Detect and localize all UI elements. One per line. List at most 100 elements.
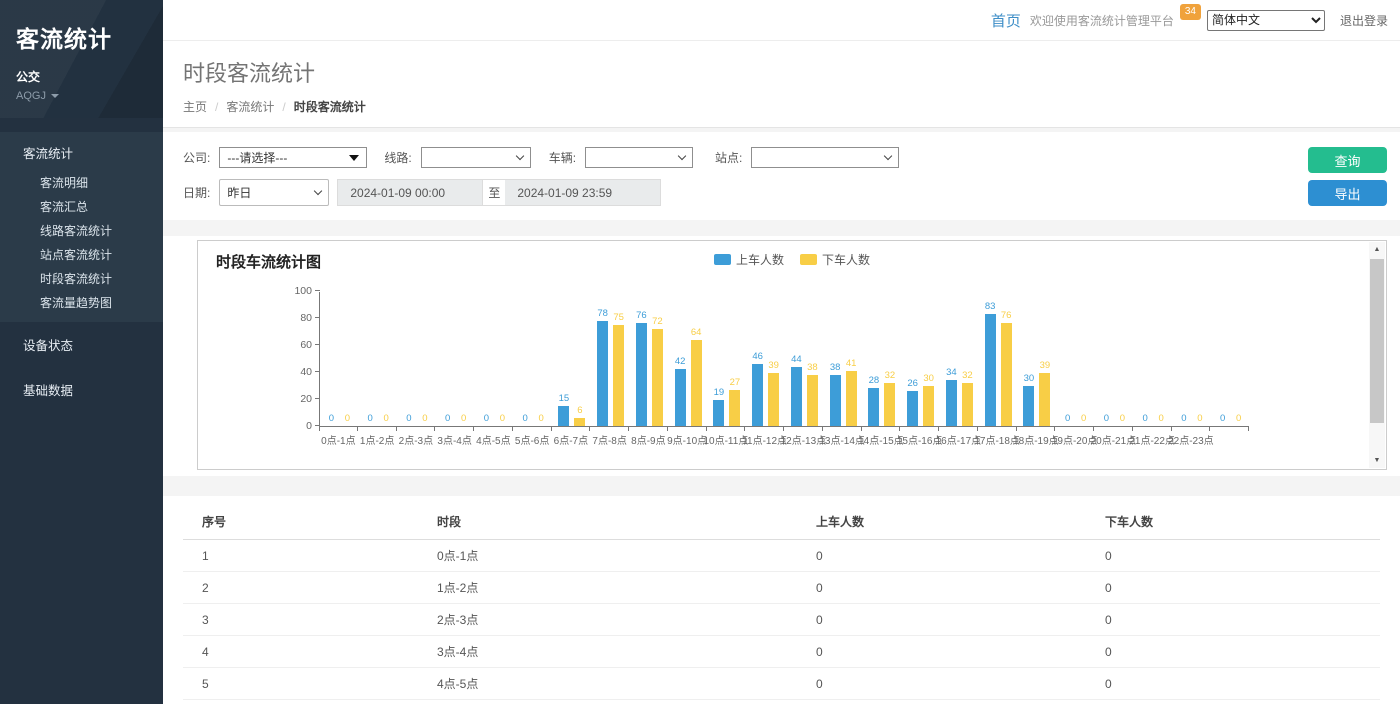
sidebar-item-0-3[interactable]: 站点客流统计 <box>0 243 163 267</box>
bar-value-label: 0 <box>461 414 466 424</box>
sidebar-item-0-4[interactable]: 时段客流统计 <box>0 267 163 291</box>
x-axis-category-label: 22点-23点 <box>1172 432 1211 445</box>
sidebar-item-0-2[interactable]: 线路客流统计 <box>0 219 163 243</box>
table-cell: 0 <box>797 636 1086 668</box>
date-from-input[interactable]: 2024-01-09 00:00 <box>337 179 483 206</box>
chart-category: 8376 <box>979 292 1018 426</box>
sidebar-item-0-0[interactable]: 客流明细 <box>0 171 163 195</box>
company-select[interactable]: ---请选择--- <box>219 147 367 168</box>
x-axis-tick <box>358 427 397 431</box>
x-axis-category-label: 3点-4点 <box>435 432 474 445</box>
bar-下车人数 <box>613 325 624 426</box>
chart-category: 156 <box>553 292 592 426</box>
sidebar: 客流统计 公交 AQGJ 客流统计客流明细客流汇总线路客流统计站点客流统计时段客… <box>0 0 163 704</box>
org-code-dropdown[interactable]: AQGJ <box>16 90 147 102</box>
scrollbar-thumb[interactable] <box>1370 259 1384 423</box>
table-cell: 0 <box>797 700 1086 704</box>
chevron-down-icon <box>678 152 686 160</box>
sidebar-section-0[interactable]: 客流统计 <box>0 132 163 171</box>
bar-value-label: 0 <box>522 414 527 424</box>
scrollbar-up-arrow-icon[interactable]: ▲ <box>1369 242 1385 257</box>
table-header-cell: 时段 <box>418 504 797 540</box>
breadcrumb-separator: / <box>282 100 285 114</box>
hourly-stats-table: 序号时段上车人数下车人数 10点-1点0021点-2点0032点-3点0043点… <box>183 504 1380 704</box>
bar-value-label: 0 <box>538 414 543 424</box>
bar-value-label: 39 <box>1040 361 1051 371</box>
legend-item-下车人数[interactable]: 下车人数 <box>800 251 870 268</box>
logout-link[interactable]: 退出登录 <box>1340 12 1388 29</box>
legend-swatch-icon <box>714 254 731 265</box>
bar-下车人数 <box>1039 373 1050 426</box>
chart-category: 7875 <box>591 292 630 426</box>
bar-下车人数 <box>884 383 895 426</box>
chart-category: 2832 <box>863 292 902 426</box>
chart-category: 00 <box>436 292 475 426</box>
x-axis-category-label: 15点-16点 <box>900 432 939 445</box>
y-axis-tick <box>315 371 320 372</box>
x-axis-category-label: 8点-9点 <box>629 432 668 445</box>
x-axis-category-label: 5点-6点 <box>513 432 552 445</box>
date-preset-select[interactable]: 昨日 <box>219 179 329 206</box>
chart-category: 3841 <box>824 292 863 426</box>
x-axis-tick <box>900 427 939 431</box>
chart-category: 00 <box>1134 292 1173 426</box>
query-button[interactable]: 查询 <box>1308 147 1387 173</box>
table-cell: 0 <box>1086 572 1380 604</box>
breadcrumb-item-0[interactable]: 主页 <box>183 98 207 115</box>
chevron-down-icon <box>515 152 523 160</box>
language-select[interactable]: 简体中文 <box>1207 10 1325 31</box>
bar-value-label: 76 <box>636 311 647 321</box>
x-axis-tick <box>435 427 474 431</box>
x-axis-category-label: 2点-3点 <box>397 432 436 445</box>
chart-category: 00 <box>514 292 553 426</box>
chevron-down-icon <box>314 187 322 195</box>
bar-value-label: 28 <box>869 376 880 386</box>
bar-下车人数 <box>923 386 934 427</box>
notification-badge: 34 <box>1180 4 1201 20</box>
table-body: 10点-1点0021点-2点0032点-3点0043点-4点0054点-5点00… <box>183 540 1380 704</box>
table-row: 54点-5点00 <box>183 668 1380 700</box>
bar-上车人数 <box>713 400 724 426</box>
legend-label: 下车人数 <box>822 251 870 268</box>
bar-value-label: 0 <box>1158 414 1163 424</box>
legend-item-上车人数[interactable]: 上车人数 <box>714 251 784 268</box>
bar-value-label: 44 <box>791 355 802 365</box>
sidebar-item-0-1[interactable]: 客流汇总 <box>0 195 163 219</box>
breadcrumb-item-1[interactable]: 客流统计 <box>226 98 274 115</box>
bar-上车人数 <box>868 388 879 426</box>
x-axis-category-label: 18点-19点 <box>1017 432 1056 445</box>
y-axis-tick <box>315 290 320 291</box>
bar-上车人数 <box>946 380 957 426</box>
date-preset-value: 昨日 <box>227 184 251 201</box>
x-axis-tick <box>552 427 591 431</box>
table-row: 65点-6点00 <box>183 700 1380 704</box>
date-to-input[interactable]: 2024-01-09 23:59 <box>505 179 661 206</box>
bar-下车人数 <box>691 340 702 426</box>
bar-value-label: 30 <box>923 374 934 384</box>
chart-bars-container: 0000000000001567875767242641927463944383… <box>320 292 1249 426</box>
x-axis-ticks <box>319 427 1249 431</box>
line-select[interactable] <box>421 147 531 168</box>
bar-value-label: 39 <box>768 361 779 371</box>
scrollbar-down-arrow-icon[interactable]: ▼ <box>1369 453 1385 468</box>
sidebar-section-1[interactable]: 设备状态 <box>0 322 163 367</box>
chart-scrollbar[interactable]: ▲ ▼ <box>1369 242 1385 468</box>
sidebar-section-2[interactable]: 基础数据 <box>0 367 163 412</box>
company-select-value: ---请选择--- <box>227 149 287 166</box>
x-axis-category-label: 6点-7点 <box>552 432 591 445</box>
station-select[interactable] <box>751 147 899 168</box>
filter-row-1: 公司: ---请选择--- 线路: 车辆: 站点: <box>183 147 1290 168</box>
y-axis-tick <box>315 344 320 345</box>
vehicle-select[interactable] <box>585 147 693 168</box>
bar-value-label: 78 <box>597 309 608 319</box>
export-button[interactable]: 导出 <box>1308 180 1387 206</box>
bar-上车人数 <box>985 314 996 426</box>
table-cell: 6 <box>183 700 418 704</box>
sidebar-item-0-5[interactable]: 客流量趋势图 <box>0 291 163 315</box>
line-label: 线路: <box>384 149 411 166</box>
scrollbar-track[interactable] <box>1369 425 1385 453</box>
chart-category: 3432 <box>940 292 979 426</box>
table-header-row: 序号时段上车人数下车人数 <box>183 504 1380 540</box>
home-link[interactable]: 首页 <box>991 10 1021 31</box>
chart-legend: 上车人数 下车人数 <box>198 251 1386 268</box>
